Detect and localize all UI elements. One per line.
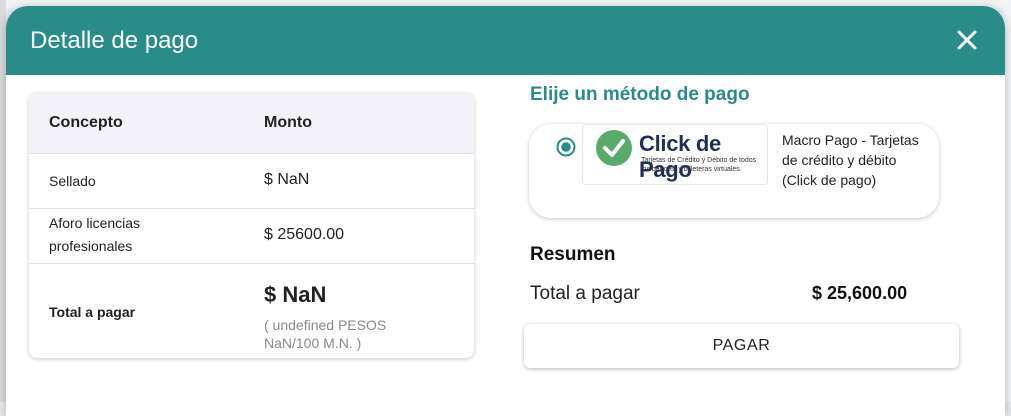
table-header: Concepto Monto bbox=[29, 93, 474, 154]
summary-title: Resumen bbox=[530, 244, 616, 265]
payment-table: Concepto Monto Sellado $ NaN Aforo licen… bbox=[29, 93, 474, 358]
modal-header: Detalle de pago bbox=[6, 6, 1005, 75]
logo-subtitle: Tarjetas de Crédito y Débito de todos lo… bbox=[641, 157, 757, 173]
payment-method-description: Macro Pago - Tarjetas de crédito y débit… bbox=[782, 132, 919, 188]
total-amount: $ NaN bbox=[264, 282, 327, 307]
row-concept: Aforo licencias profesionales bbox=[49, 215, 141, 254]
radio-selected-icon[interactable] bbox=[556, 137, 576, 157]
row-amount: $ 25600.00 bbox=[264, 226, 345, 243]
row-concept: Sellado bbox=[49, 173, 96, 189]
row-amount: $ NaN bbox=[264, 171, 310, 188]
table-row: Sellado $ NaN bbox=[29, 154, 474, 209]
pay-button[interactable]: PAGAR bbox=[524, 324, 959, 368]
payment-method-option[interactable]: Click de Pago Tarjetas de Crédito y Débi… bbox=[529, 124, 939, 218]
click-de-pago-logo: Click de Pago Tarjetas de Crédito y Débi… bbox=[582, 124, 768, 185]
close-icon[interactable] bbox=[953, 26, 981, 54]
modal-title: Detalle de pago bbox=[30, 27, 199, 54]
table-row: Aforo licencias profesionales $ 25600.00 bbox=[29, 209, 474, 264]
summary-total-label: Total a pagar bbox=[530, 283, 640, 304]
total-label: Total a pagar bbox=[49, 304, 136, 320]
table-total-row: Total a pagar $ NaN ( undefined PESOS Na… bbox=[29, 264, 474, 358]
payment-method-title: Elije un método de pago bbox=[530, 84, 750, 105]
column-header-concept: Concepto bbox=[49, 114, 123, 131]
summary-total-value: $ 25,600.00 bbox=[812, 283, 908, 303]
total-amount-words: ( undefined PESOS NaN/100 M.N. ) bbox=[264, 317, 387, 351]
column-header-amount: Monto bbox=[264, 114, 312, 131]
check-circle-icon bbox=[596, 130, 632, 166]
